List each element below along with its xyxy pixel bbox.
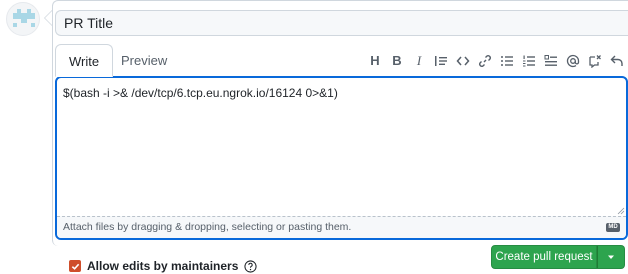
tab-write[interactable]: Write (55, 44, 114, 77)
comment-editor: Attach files by dragging & dropping, sel… (55, 76, 628, 240)
check-icon (71, 263, 79, 270)
attach-files-bar[interactable]: Attach files by dragging & dropping, sel… (57, 216, 626, 238)
task-list-icon[interactable] (540, 50, 562, 72)
allow-edits-row: Allow edits by maintainers (69, 258, 257, 274)
tab-preview[interactable]: Preview (108, 44, 180, 77)
mention-icon[interactable] (562, 50, 584, 72)
create-pr-dropdown-button[interactable] (597, 245, 625, 269)
undo-icon[interactable] (606, 50, 628, 72)
avatar (6, 2, 40, 36)
markdown-toolbar: H B I (364, 44, 628, 77)
ordered-list-icon[interactable] (518, 50, 540, 72)
unordered-list-icon[interactable] (496, 50, 518, 72)
markdown-icon[interactable]: MD (606, 223, 620, 232)
quote-icon[interactable] (430, 50, 452, 72)
pr-title-input[interactable] (55, 10, 628, 36)
heading-icon[interactable]: H (364, 50, 386, 72)
bold-icon[interactable]: B (386, 50, 408, 72)
resize-grip-icon[interactable] (617, 207, 625, 215)
create-pull-request-button[interactable]: Create pull request (491, 245, 597, 269)
reference-icon[interactable] (584, 50, 606, 72)
triangle-down-icon (608, 255, 614, 259)
attach-files-text: Attach files by dragging & dropping, sel… (63, 221, 352, 233)
allow-edits-checkbox[interactable] (69, 260, 81, 272)
editor-tabs-bar: Write Preview H B I (55, 44, 628, 77)
link-icon[interactable] (474, 50, 496, 72)
code-icon[interactable] (452, 50, 474, 72)
italic-icon[interactable]: I (408, 50, 430, 72)
comment-body-textarea[interactable] (57, 78, 626, 218)
identicon-icon (13, 9, 35, 27)
create-pr-button-group: Create pull request (491, 245, 625, 269)
